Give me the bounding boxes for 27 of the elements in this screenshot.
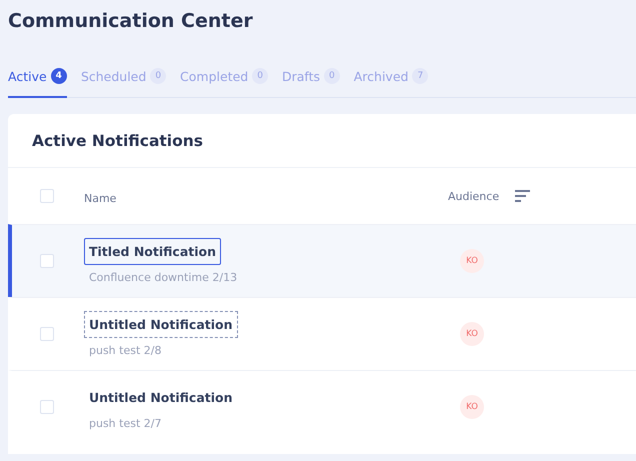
notification-title[interactable]: Untitled Notification xyxy=(84,311,238,338)
row-checkbox[interactable] xyxy=(40,254,54,268)
tab[interactable]: Active 4 xyxy=(8,68,67,98)
select-all-checkbox[interactable] xyxy=(40,189,54,203)
row-checkbox[interactable] xyxy=(40,327,54,341)
audience-badge: KO xyxy=(460,395,484,419)
audience-badge: KO xyxy=(460,249,484,273)
count-badge: 0 xyxy=(252,68,268,84)
count-badge: 4 xyxy=(50,68,67,84)
notification-row[interactable]: Untitled Notification push test 2/8 KO xyxy=(8,297,636,370)
notification-subtitle: push test 2/8 xyxy=(88,344,162,357)
notification-subtitle: push test 2/7 xyxy=(88,417,162,430)
sort-icon[interactable] xyxy=(515,190,532,202)
count-badge: 7 xyxy=(412,68,428,84)
notification-subtitle: Confluence downtime 2/13 xyxy=(88,271,238,284)
card-title: Active Notifications xyxy=(8,114,636,168)
count-badge: 0 xyxy=(324,68,340,84)
page-title: Communication Center xyxy=(8,10,254,32)
notification-row[interactable]: Untitled Notification push test 2/7 KO xyxy=(8,370,636,443)
row-checkbox[interactable] xyxy=(40,400,54,414)
column-header: Name xyxy=(84,192,116,204)
notification-title[interactable]: Untitled Notification xyxy=(84,384,238,411)
column-header: Audience xyxy=(448,190,500,202)
audience-badge: KO xyxy=(460,322,484,346)
notification-row[interactable]: Titled Notification Confluence downtime 2/13 KO xyxy=(8,224,636,297)
notification-title[interactable]: Titled Notification xyxy=(84,238,222,265)
count-badge: 0 xyxy=(150,68,166,84)
